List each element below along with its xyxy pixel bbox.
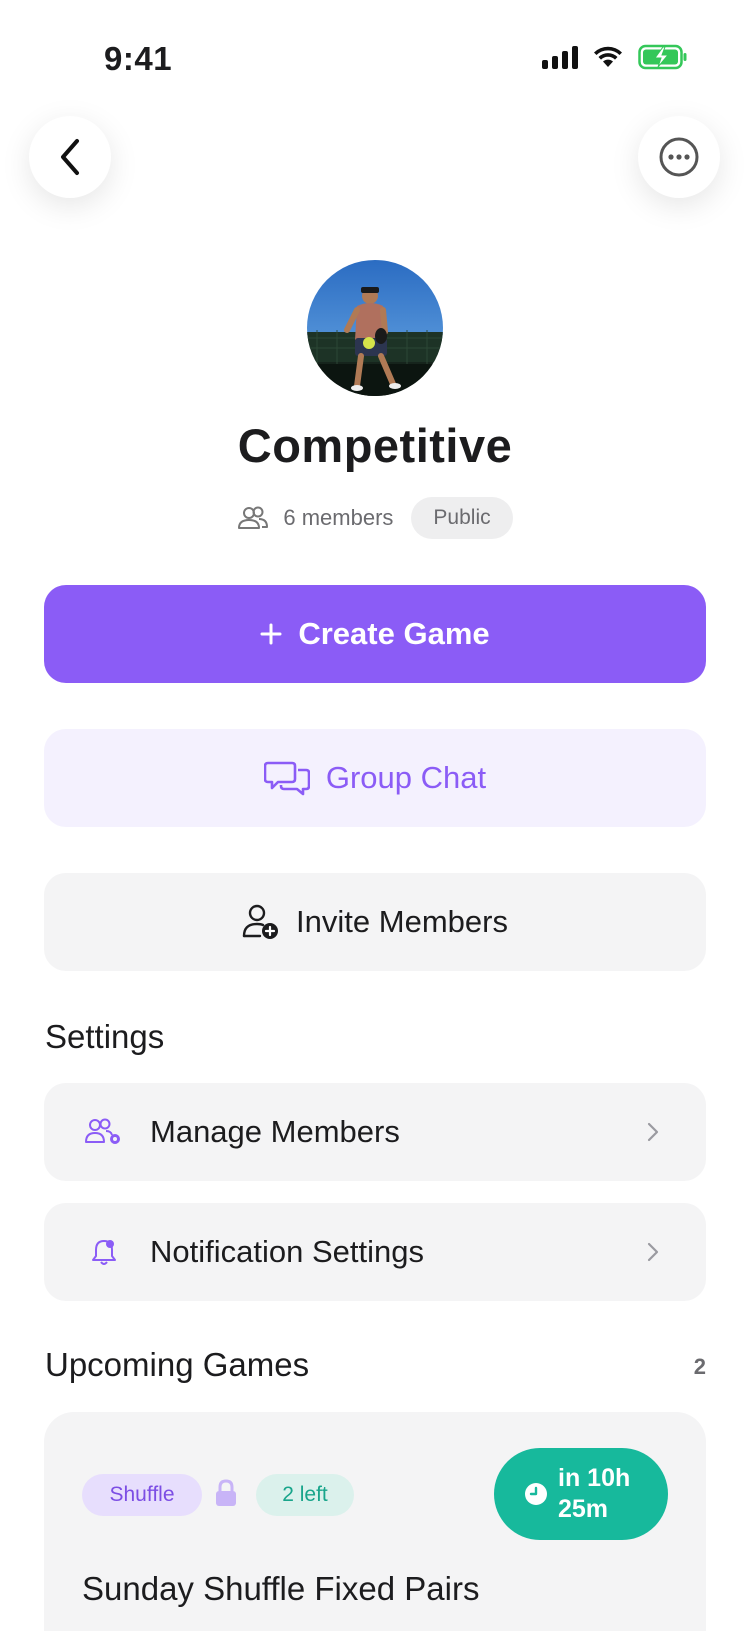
- create-game-label: Create Game: [298, 616, 490, 651]
- group-chat-button[interactable]: Group Chat: [44, 729, 706, 827]
- create-game-button[interactable]: Create Game: [44, 585, 706, 683]
- manage-members-icon: [85, 1118, 120, 1144]
- chevron-right-icon: [647, 1122, 659, 1142]
- chevron-right-icon: [647, 1242, 659, 1262]
- group-meta: 6 members Public: [0, 497, 750, 539]
- notification-settings-label: Notification Settings: [150, 1234, 424, 1269]
- back-button[interactable]: [29, 116, 111, 198]
- cellular-signal-icon: [542, 45, 578, 69]
- countdown-text: in 10h 25m: [558, 1464, 631, 1523]
- game-title: Sunday Shuffle Fixed Pairs: [82, 1570, 480, 1607]
- group-detail-screen: 9:41 Competitive 6 members Public Create…: [0, 0, 750, 1631]
- spots-left-tag: 2 left: [256, 1474, 354, 1516]
- add-user-icon: [242, 904, 279, 939]
- group-chat-label: Group Chat: [325, 760, 487, 795]
- chat-bubbles-icon: [263, 761, 310, 796]
- notification-settings-row[interactable]: Notification Settings: [44, 1203, 706, 1301]
- wifi-icon: [594, 46, 622, 67]
- bell-icon: [92, 1240, 116, 1265]
- game-type-tag: Shuffle: [82, 1474, 202, 1516]
- game-card[interactable]: Shuffle 2 left in 10h 25m Sunday Shuffle…: [44, 1412, 706, 1631]
- manage-members-label: Manage Members: [150, 1114, 400, 1149]
- manage-members-row[interactable]: Manage Members: [44, 1083, 706, 1181]
- chevron-left-icon: [61, 139, 79, 175]
- visibility-badge: Public: [411, 497, 513, 539]
- group-avatar: [307, 260, 443, 396]
- countdown-badge: in 10h 25m: [494, 1448, 668, 1540]
- status-time: 9:41: [104, 40, 173, 77]
- member-count: 6 members: [283, 505, 394, 530]
- lock-icon: [216, 1479, 236, 1506]
- plus-icon: [260, 623, 282, 645]
- settings-heading: Settings: [45, 1018, 165, 1055]
- invite-members-label: Invite Members: [296, 904, 508, 939]
- status-icons: [542, 44, 688, 70]
- clock-icon: [525, 1483, 547, 1505]
- group-name: Competitive: [237, 419, 513, 472]
- members-icon: [238, 506, 269, 529]
- upcoming-games-heading: Upcoming Games: [45, 1346, 310, 1383]
- invite-members-button[interactable]: Invite Members: [44, 873, 706, 971]
- battery-charging-icon: [638, 44, 687, 70]
- more-horizontal-icon: [659, 137, 699, 177]
- more-options-button[interactable]: [638, 116, 720, 198]
- upcoming-games-count: 2: [693, 1354, 706, 1379]
